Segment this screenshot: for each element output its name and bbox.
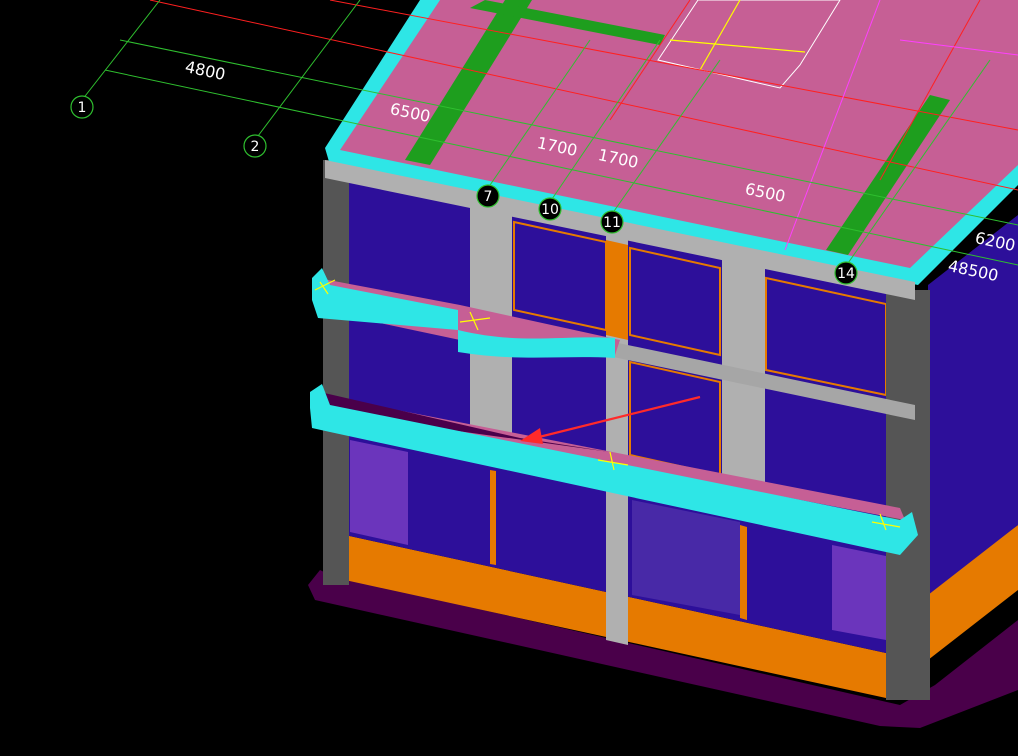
glass-pane — [350, 440, 408, 545]
corner-column — [886, 290, 930, 700]
axis-bubble: 10 — [538, 197, 562, 221]
axis-number: 10 — [541, 202, 559, 218]
window-frame — [490, 470, 496, 565]
axis-number: 7 — [484, 189, 493, 205]
axis-number: 1 — [78, 100, 87, 116]
axis-bubble: 7 — [476, 184, 500, 208]
axis-number: 2 — [251, 139, 260, 155]
axis-number: 11 — [603, 215, 621, 231]
corner-column — [323, 160, 349, 585]
axis-number: 14 — [837, 266, 855, 282]
column — [606, 240, 628, 340]
grid-line — [81, 0, 161, 101]
glass-pane — [832, 545, 886, 640]
window-frame — [740, 525, 747, 620]
axis-bubble: 1 — [70, 95, 94, 119]
axis-bubble: 11 — [600, 210, 624, 234]
model-viewport[interactable]: 4800 6500 1700 1700 6500 6200 48500 1 2 … — [0, 0, 1018, 756]
axis-bubble: 2 — [243, 134, 267, 158]
axis-bubble: 14 — [834, 261, 858, 285]
